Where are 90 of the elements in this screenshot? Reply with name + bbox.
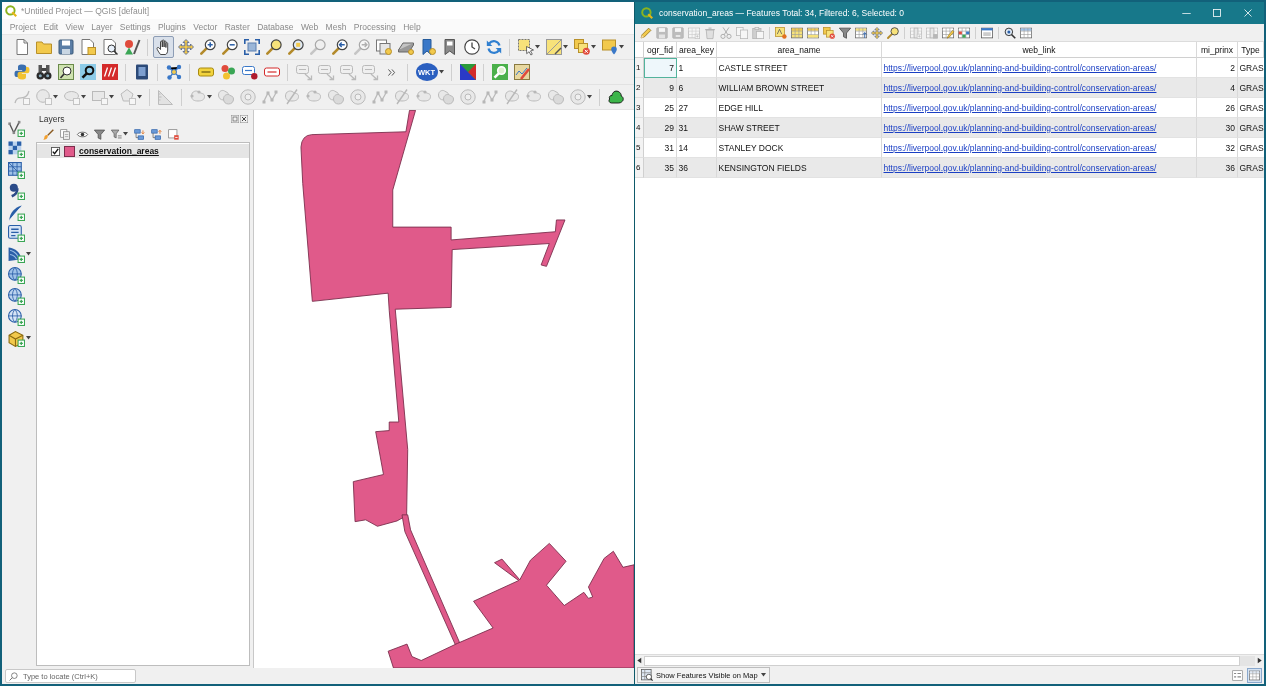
caret-icon[interactable] xyxy=(760,673,766,677)
menu-item[interactable]: Project xyxy=(6,21,40,32)
panel-title: Layers xyxy=(39,113,65,124)
web-link[interactable]: https://liverpool.gov.uk/planning-and-building-control/conservation-areas/ xyxy=(883,142,1157,153)
table-cell: 26 xyxy=(1197,98,1238,118)
caret-icon[interactable] xyxy=(534,45,540,49)
caret-icon[interactable] xyxy=(26,252,31,256)
new-layer-button[interactable] xyxy=(6,328,33,348)
double-chevron-icon[interactable] xyxy=(388,68,395,76)
menu-item[interactable]: Edit xyxy=(39,21,62,32)
caret-icon[interactable] xyxy=(618,45,624,49)
menu-item[interactable]: Help xyxy=(399,21,425,32)
caret-icon[interactable] xyxy=(26,336,31,340)
table-cell: SHAW STREET xyxy=(717,118,882,138)
web-link[interactable]: https://liverpool.gov.uk/planning-and-building-control/conservation-areas/ xyxy=(883,62,1157,73)
deselect-squares-icon[interactable] xyxy=(573,39,590,55)
wedge-plus-icon[interactable] xyxy=(8,245,25,263)
select-by-value-button[interactable] xyxy=(543,36,570,58)
table-cell: 29 xyxy=(644,118,677,138)
column-header[interactable]: mi_prinx xyxy=(1197,42,1238,58)
table-cell: STANLEY DOCK xyxy=(717,138,882,158)
table-cell: 6 xyxy=(677,78,717,98)
layer-name[interactable]: conservation_areas xyxy=(79,146,159,156)
table-cell: 4 xyxy=(1197,78,1238,98)
menu-item[interactable]: Vector xyxy=(189,21,221,32)
table-cell: 30 xyxy=(1197,118,1238,138)
menu-item[interactable]: Web xyxy=(297,21,322,32)
row-number[interactable]: 1 xyxy=(635,58,644,78)
row-number[interactable]: 4 xyxy=(635,118,644,138)
column-header[interactable]: area_key xyxy=(677,42,717,58)
table-cell: WILLIAM BROWN STREET xyxy=(717,78,882,98)
table-cell: 36 xyxy=(1197,158,1238,178)
caret-icon[interactable] xyxy=(123,132,128,136)
menu-item[interactable]: Plugins xyxy=(154,21,190,32)
web-link[interactable]: https://liverpool.gov.uk/planning-and-building-control/conservation-areas/ xyxy=(883,162,1157,173)
table-cell: 32 xyxy=(1197,138,1238,158)
search-icon xyxy=(9,671,18,681)
menu-item[interactable]: Settings xyxy=(116,21,155,32)
caret-icon[interactable] xyxy=(562,45,568,49)
table-cell: 31 xyxy=(644,138,677,158)
table-cell: CASTLE STREET xyxy=(717,58,882,78)
table-cell: 31 xyxy=(677,118,717,138)
web-link[interactable]: https://liverpool.gov.uk/planning-and-building-control/conservation-areas/ xyxy=(883,102,1157,113)
caret-icon[interactable] xyxy=(590,45,596,49)
deselect-button[interactable] xyxy=(571,36,598,58)
app-logo-icon xyxy=(5,4,17,17)
menu-item[interactable]: View xyxy=(61,21,88,32)
caret-icon[interactable] xyxy=(438,70,444,74)
row-number[interactable]: 2 xyxy=(635,78,644,98)
table-cell: 1 xyxy=(677,58,717,78)
box-plus-icon[interactable] xyxy=(8,329,25,347)
app-logo-icon xyxy=(641,7,653,19)
close-icon[interactable] xyxy=(240,114,248,123)
menu-item[interactable]: Mesh xyxy=(321,21,351,32)
right-arrow-icon[interactable] xyxy=(1256,657,1263,664)
layer-row[interactable]: conservation_areas xyxy=(37,144,249,158)
select-features-button[interactable] xyxy=(515,36,542,58)
maximize-icon[interactable] xyxy=(1213,9,1222,17)
table-magnifier-icon[interactable] xyxy=(641,669,653,681)
selection-square-icon[interactable] xyxy=(545,39,562,55)
menu-item[interactable]: Raster xyxy=(221,21,254,32)
table-cell: KENSINGTON FIELDS xyxy=(717,158,882,178)
square-with-pin-icon[interactable] xyxy=(601,39,618,55)
table-cell: 27 xyxy=(677,98,717,118)
column-header[interactable]: ogr_fid xyxy=(644,42,677,58)
table-cell: 2 xyxy=(1197,58,1238,78)
web-link[interactable]: https://liverpool.gov.uk/planning-and-building-control/conservation-areas/ xyxy=(883,82,1157,93)
table-cell: 25 xyxy=(644,98,677,118)
menu-item[interactable]: Layer xyxy=(87,21,117,32)
column-header[interactable]: Type xyxy=(1238,42,1264,58)
table-cell: GRAS xyxy=(1238,78,1264,98)
column-header[interactable]: web_link xyxy=(882,42,1197,58)
table-cell: GRAS xyxy=(1238,158,1264,178)
web-link[interactable]: https://liverpool.gov.uk/planning-and-building-control/conservation-areas/ xyxy=(883,122,1157,133)
menu-item[interactable]: Processing xyxy=(350,21,400,32)
table-cell: GRAS xyxy=(1238,118,1264,138)
selection-cursor-icon[interactable] xyxy=(517,39,534,55)
table-cell: 14 xyxy=(677,138,717,158)
table-cell: 7 xyxy=(644,58,677,78)
window-title: conservation_areas — Features Total: 34, Filtered: 6, Selected: 0 xyxy=(659,8,906,18)
filter-expression-button[interactable] xyxy=(108,126,131,142)
left-arrow-icon[interactable] xyxy=(636,657,643,664)
table-cell: 36 xyxy=(677,158,717,178)
menu-item[interactable]: Database xyxy=(253,21,298,32)
table-cell: EDGE HILL xyxy=(717,98,882,118)
table-cell: 35 xyxy=(644,158,677,178)
table-cell: 9 xyxy=(644,78,677,98)
window-title: *Untitled Project — QGIS [default] xyxy=(21,5,150,16)
column-header[interactable]: area_name xyxy=(717,42,882,58)
layer-checkbox[interactable] xyxy=(51,146,60,156)
